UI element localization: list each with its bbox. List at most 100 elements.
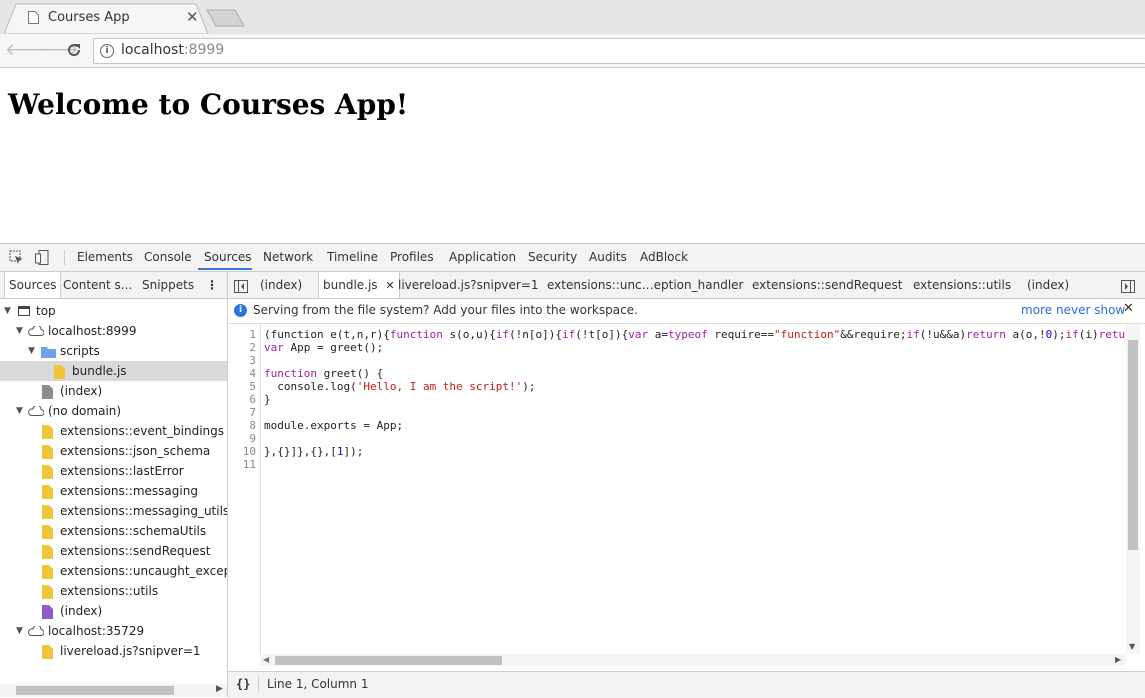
more-options-icon[interactable]: ⋮ bbox=[206, 272, 218, 298]
editor-vertical-scrollbar[interactable]: ▼ bbox=[1126, 324, 1140, 654]
code-token: module.exports = App; bbox=[264, 419, 404, 432]
scrollbar-thumb[interactable] bbox=[1128, 340, 1138, 550]
editor-tab[interactable]: (index) bbox=[260, 272, 302, 298]
tree-item-file[interactable]: extensions::messaging bbox=[0, 481, 227, 501]
tab-security[interactable]: Security bbox=[528, 244, 577, 271]
code-line: (function e(t,n,r){function s(o,u){if(!n… bbox=[264, 328, 1125, 341]
scroll-down-arrow-icon[interactable]: ▼ bbox=[1129, 642, 1135, 651]
more-link[interactable]: more bbox=[1021, 303, 1052, 317]
tree-item-file[interactable]: extensions::schemaUtils bbox=[0, 521, 227, 541]
tree-item-file[interactable]: (index) bbox=[0, 381, 227, 401]
editor-tab-active[interactable]: bundle.js ✕ bbox=[318, 272, 400, 298]
active-tab-indicator bbox=[198, 268, 252, 270]
expand-triangle-icon[interactable]: ▼ bbox=[4, 301, 11, 321]
tree-item-file[interactable]: livereload.js?snipver=1 bbox=[0, 641, 227, 661]
cloud-icon bbox=[28, 626, 44, 636]
close-icon[interactable]: ✕ bbox=[1123, 301, 1134, 316]
expand-triangle-icon[interactable]: ▼ bbox=[28, 341, 35, 361]
editor-tab[interactable]: extensions::sendRequest bbox=[752, 272, 902, 298]
tab-console[interactable]: Console bbox=[144, 244, 192, 271]
code-token: (i) bbox=[1078, 328, 1099, 341]
scroll-left-arrow-icon[interactable]: ◀ bbox=[263, 655, 269, 664]
tree-item-file[interactable]: extensions::event_bindings bbox=[0, 421, 227, 441]
code-token: (!u&&a) bbox=[919, 328, 967, 341]
inspect-element-icon[interactable] bbox=[9, 250, 24, 269]
toggle-debugger-icon[interactable] bbox=[1121, 278, 1135, 297]
editor-tab[interactable]: extensions::utils bbox=[913, 272, 1011, 298]
js-file-icon bbox=[42, 425, 53, 439]
code-token: ]); bbox=[343, 445, 364, 458]
info-icon[interactable]: i bbox=[100, 44, 114, 58]
editor-tab[interactable]: (index) bbox=[1027, 272, 1069, 298]
tree-item-file[interactable]: extensions::utils bbox=[0, 581, 227, 601]
browser-tab[interactable]: Courses App ✕ bbox=[4, 2, 209, 34]
tree-item-file[interactable]: extensions::lastError bbox=[0, 461, 227, 481]
tree-item-file-selected[interactable]: bundle.js bbox=[0, 361, 227, 381]
back-icon[interactable]: 🡐 bbox=[5, 34, 51, 67]
tree-item-folder[interactable]: ▼ scripts bbox=[0, 341, 227, 361]
tree-item-file[interactable]: (index) bbox=[0, 601, 227, 621]
page-icon bbox=[28, 11, 39, 24]
js-file-icon bbox=[42, 485, 53, 499]
tab-timeline[interactable]: Timeline bbox=[327, 244, 378, 271]
tree-label: scripts bbox=[60, 344, 100, 358]
expand-triangle-icon[interactable]: ▼ bbox=[16, 401, 23, 421]
tab-elements[interactable]: Elements bbox=[77, 244, 133, 271]
reload-icon[interactable] bbox=[61, 34, 87, 67]
code-editor[interactable]: (function e(t,n,r){function s(o,u){if(!n… bbox=[264, 328, 1126, 654]
js-file-icon bbox=[42, 645, 53, 659]
code-token: } bbox=[264, 393, 271, 406]
nav-tab-content-scripts[interactable]: Content s... bbox=[63, 272, 132, 298]
js-file-icon bbox=[42, 445, 53, 459]
nav-tab-snippets[interactable]: Snippets bbox=[142, 272, 194, 298]
scrollbar-thumb[interactable] bbox=[275, 656, 502, 665]
toggle-navigator-icon[interactable] bbox=[234, 278, 248, 297]
nav-tab-sources[interactable]: Sources bbox=[4, 272, 62, 298]
divider bbox=[258, 676, 259, 692]
tab-sources[interactable]: Sources bbox=[204, 244, 251, 271]
tree-label: top bbox=[36, 304, 56, 318]
line-number: 7 bbox=[249, 406, 256, 419]
tree-label: localhost:35729 bbox=[48, 624, 145, 638]
new-tab-button[interactable] bbox=[206, 9, 246, 27]
scrollbar-thumb[interactable] bbox=[16, 686, 174, 695]
tree-label: extensions::lastError bbox=[60, 464, 184, 478]
editor-tabs: (index) bundle.js ✕ livereload.js?snipve… bbox=[228, 272, 1145, 299]
tree-item-file[interactable]: extensions::sendRequest bbox=[0, 541, 227, 561]
tree-item-top[interactable]: ▼ top bbox=[0, 301, 227, 321]
pretty-print-button[interactable]: {} bbox=[236, 677, 250, 691]
editor-tab[interactable]: livereload.js?snipver=1 bbox=[398, 272, 539, 298]
close-icon[interactable]: ✕ bbox=[385, 279, 394, 292]
scroll-right-arrow-icon[interactable]: ▶ bbox=[216, 684, 223, 694]
tab-audits[interactable]: Audits bbox=[589, 244, 627, 271]
navigator-horizontal-scrollbar[interactable]: ▶ bbox=[0, 684, 227, 697]
editor-horizontal-scrollbar[interactable]: ◀ ▶ bbox=[260, 654, 1126, 666]
line-number: 10 bbox=[242, 445, 256, 458]
address-bar[interactable]: i localhost:8999 bbox=[93, 38, 1145, 64]
tree-item-origin[interactable]: ▼ localhost:35729 bbox=[0, 621, 227, 641]
tree-item-file[interactable]: extensions::messaging_utils bbox=[0, 501, 227, 521]
code-token: (!t[o]){ bbox=[575, 328, 629, 341]
code-line: } bbox=[264, 393, 271, 406]
code-token: greet() { bbox=[316, 367, 384, 380]
expand-triangle-icon[interactable]: ▼ bbox=[16, 621, 23, 641]
tree-item-file[interactable]: extensions::json_schema bbox=[0, 441, 227, 461]
tree-item-origin[interactable]: ▼ localhost:8999 bbox=[0, 321, 227, 341]
device-toolbar-icon[interactable] bbox=[35, 250, 51, 269]
never-show-link[interactable]: never show bbox=[1056, 303, 1125, 317]
tab-network[interactable]: Network bbox=[263, 244, 313, 271]
tree-item-origin[interactable]: ▼ (no domain) bbox=[0, 401, 227, 421]
tab-profiles[interactable]: Profiles bbox=[390, 244, 434, 271]
tab-application[interactable]: Application bbox=[449, 244, 516, 271]
expand-triangle-icon[interactable]: ▼ bbox=[16, 321, 23, 341]
js-file-icon bbox=[42, 585, 53, 599]
close-icon[interactable]: ✕ bbox=[186, 8, 199, 26]
line-number: 1 bbox=[249, 328, 256, 341]
divider bbox=[64, 250, 65, 265]
scroll-right-arrow-icon[interactable]: ▶ bbox=[1115, 655, 1121, 664]
forward-icon[interactable]: 🡒 bbox=[33, 34, 79, 67]
editor-tab[interactable]: extensions::unc…eption_handler bbox=[547, 272, 743, 298]
tab-adblock[interactable]: AdBlock bbox=[640, 244, 688, 271]
code-token: console.log( bbox=[264, 380, 357, 393]
tree-item-file[interactable]: extensions::uncaught_exceptio bbox=[0, 561, 227, 581]
